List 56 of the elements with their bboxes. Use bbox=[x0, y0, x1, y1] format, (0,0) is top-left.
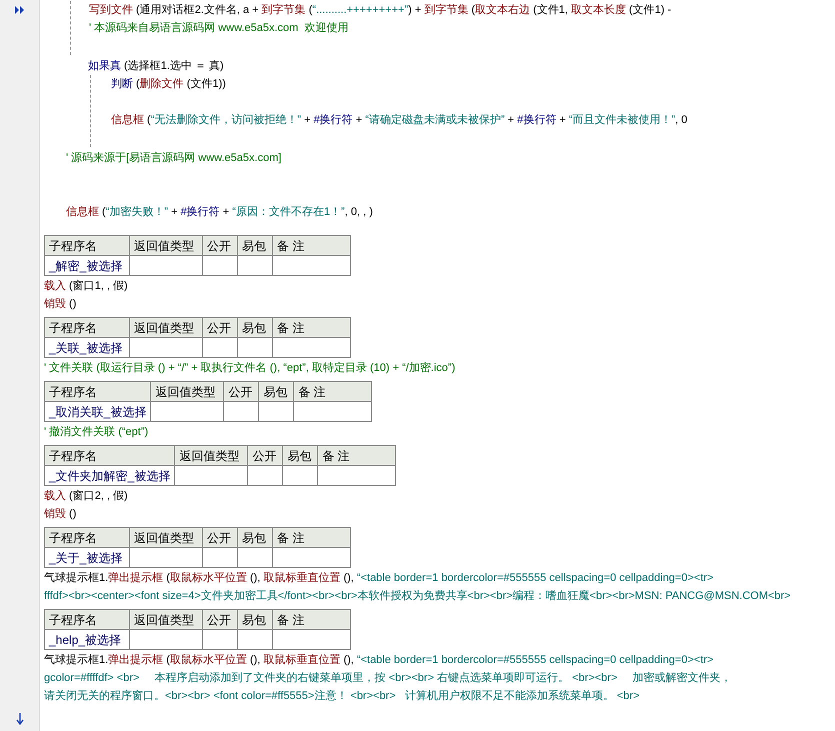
table-header-cell: 子程序名 bbox=[44, 610, 130, 630]
table-cell: _关联_被选择 bbox=[44, 338, 130, 358]
code-line: 载入 (窗口2, , 假) bbox=[44, 488, 128, 504]
code-line: 销毁 () bbox=[44, 507, 76, 522]
table-header-cell: 易包 bbox=[238, 318, 272, 338]
table-header-cell: 易包 bbox=[282, 446, 318, 466]
table-header-cell: 子程序名 bbox=[44, 318, 130, 338]
table-cell: _文件夹加解密_被选择 bbox=[44, 466, 175, 486]
code-line: 判断 (删除文件 (文件1)) bbox=[111, 76, 226, 92]
code-line: 信息框 (“加密失败！” + #换行符 + “原因：文件不存在1！”, 0, , ) bbox=[66, 204, 373, 220]
table-header-cell: 子程序名 bbox=[44, 528, 130, 548]
table-header-cell: 公开 bbox=[202, 236, 238, 256]
code-line: gcolor=#ffffdf> <br> 本程序启动添加到了文件夹的右键菜单项里，按 <br><br> 右键点选菜单项即可运行。 <br><br> 加密或解密文件夹， bbox=[44, 670, 732, 686]
code-line: fffdf><br><center><font size=4>文件夹加密工具</font><br><br>本软件授权为免费共享<br><br>编程：嗜血狂魔<br><br>MSN: PANCG@MSN.COM<br> bbox=[44, 588, 791, 604]
table-header-cell: 子程序名 bbox=[44, 446, 175, 466]
table-header-cell: 子程序名 bbox=[44, 236, 130, 256]
table-header-cell: 备 注 bbox=[272, 318, 350, 338]
table-cell: _解密_被选择 bbox=[44, 256, 130, 276]
code-line: 信息框 (“无法删除文件，访问被拒绝！” + #换行符 + “请确定磁盘未满或未被保护” + #换行符 + “而且文件未被使用！”, 0 bbox=[111, 112, 688, 128]
code-line: 销毁 () bbox=[44, 297, 76, 312]
table-header-cell: 公开 bbox=[202, 528, 238, 548]
table-header-cell: 备 注 bbox=[318, 446, 396, 466]
table-header-cell: 易包 bbox=[238, 528, 272, 548]
code-line: 请关闭无关的程序窗口。<br><br> <font color=#ff5555>注意！ <br><br> 计算机用户权限不足不能添加系统菜单项。 <br> bbox=[44, 688, 640, 704]
table-header-cell: 返回值类型 bbox=[130, 318, 202, 338]
table-header-cell: 返回值类型 bbox=[130, 610, 202, 630]
table-header-cell: 备 注 bbox=[272, 236, 350, 256]
table-header-cell: 备 注 bbox=[272, 528, 350, 548]
code-line: 气球提示框1.弹出提示框 (取鼠标水平位置 (), 取鼠标垂直位置 (), “<table border=1 bordercolor=#555555 cellspacing=0 cellpadding=0><tr> bbox=[44, 570, 714, 586]
code-line: 气球提示框1.弹出提示框 (取鼠标水平位置 (), 取鼠标垂直位置 (), “<table border=1 bordercolor=#555555 cellspacing=0 cellpadding=0><tr> bbox=[44, 652, 714, 668]
table-header-cell: 备 注 bbox=[272, 610, 350, 630]
table-header-cell: 公开 bbox=[202, 610, 238, 630]
table-header-cell: 易包 bbox=[238, 236, 272, 256]
code-line: ' 文件关联 (取运行目录 () + “/” + 取执行文件名 (), “ept”, 取特定目录 (10) + “/加密.ico”) bbox=[44, 360, 456, 376]
current-line-marker-icon bbox=[14, 6, 24, 14]
table-cell: _关于_被选择 bbox=[44, 548, 130, 568]
code-line: 如果真 (选择框1.选中 ＝ 真) bbox=[88, 59, 224, 74]
table-header-cell: 返回值类型 bbox=[130, 236, 202, 256]
table-cell: _取消关联_被选择 bbox=[44, 402, 151, 422]
code-line: ' 源码来源于[易语言源码网 www.e5a5x.com] bbox=[66, 150, 282, 166]
table-header-cell: 返回值类型 bbox=[130, 528, 202, 548]
code-line: ' 本源码来自易语言源码网 www.e5a5x.com 欢迎使用 bbox=[89, 20, 348, 36]
table-header-cell: 子程序名 bbox=[44, 382, 151, 402]
code-line: 写到文件 (通用对话框2.文件名, a + 到字节集 (“..........+++++++++”) + 到字节集 (取文本右边 (文件1, 取文本长度 (文件1) - bbox=[89, 2, 672, 18]
table-header-cell: 公开 bbox=[202, 318, 238, 338]
table-header-cell: 返回值类型 bbox=[150, 382, 224, 402]
table-header-cell: 易包 bbox=[258, 382, 294, 402]
table-header-cell: 备 注 bbox=[294, 382, 372, 402]
table-header-cell: 易包 bbox=[238, 610, 272, 630]
table-header-cell: 返回值类型 bbox=[174, 446, 248, 466]
table-header-cell: 公开 bbox=[224, 382, 259, 402]
code-line: 载入 (窗口1, , 假) bbox=[44, 278, 128, 294]
table-header-cell: 公开 bbox=[248, 446, 283, 466]
code-line: ' 撤消文件关联 (“ept”) bbox=[44, 424, 148, 440]
table-cell: _help_被选择 bbox=[44, 630, 130, 650]
down-arrow-icon bbox=[16, 713, 24, 725]
